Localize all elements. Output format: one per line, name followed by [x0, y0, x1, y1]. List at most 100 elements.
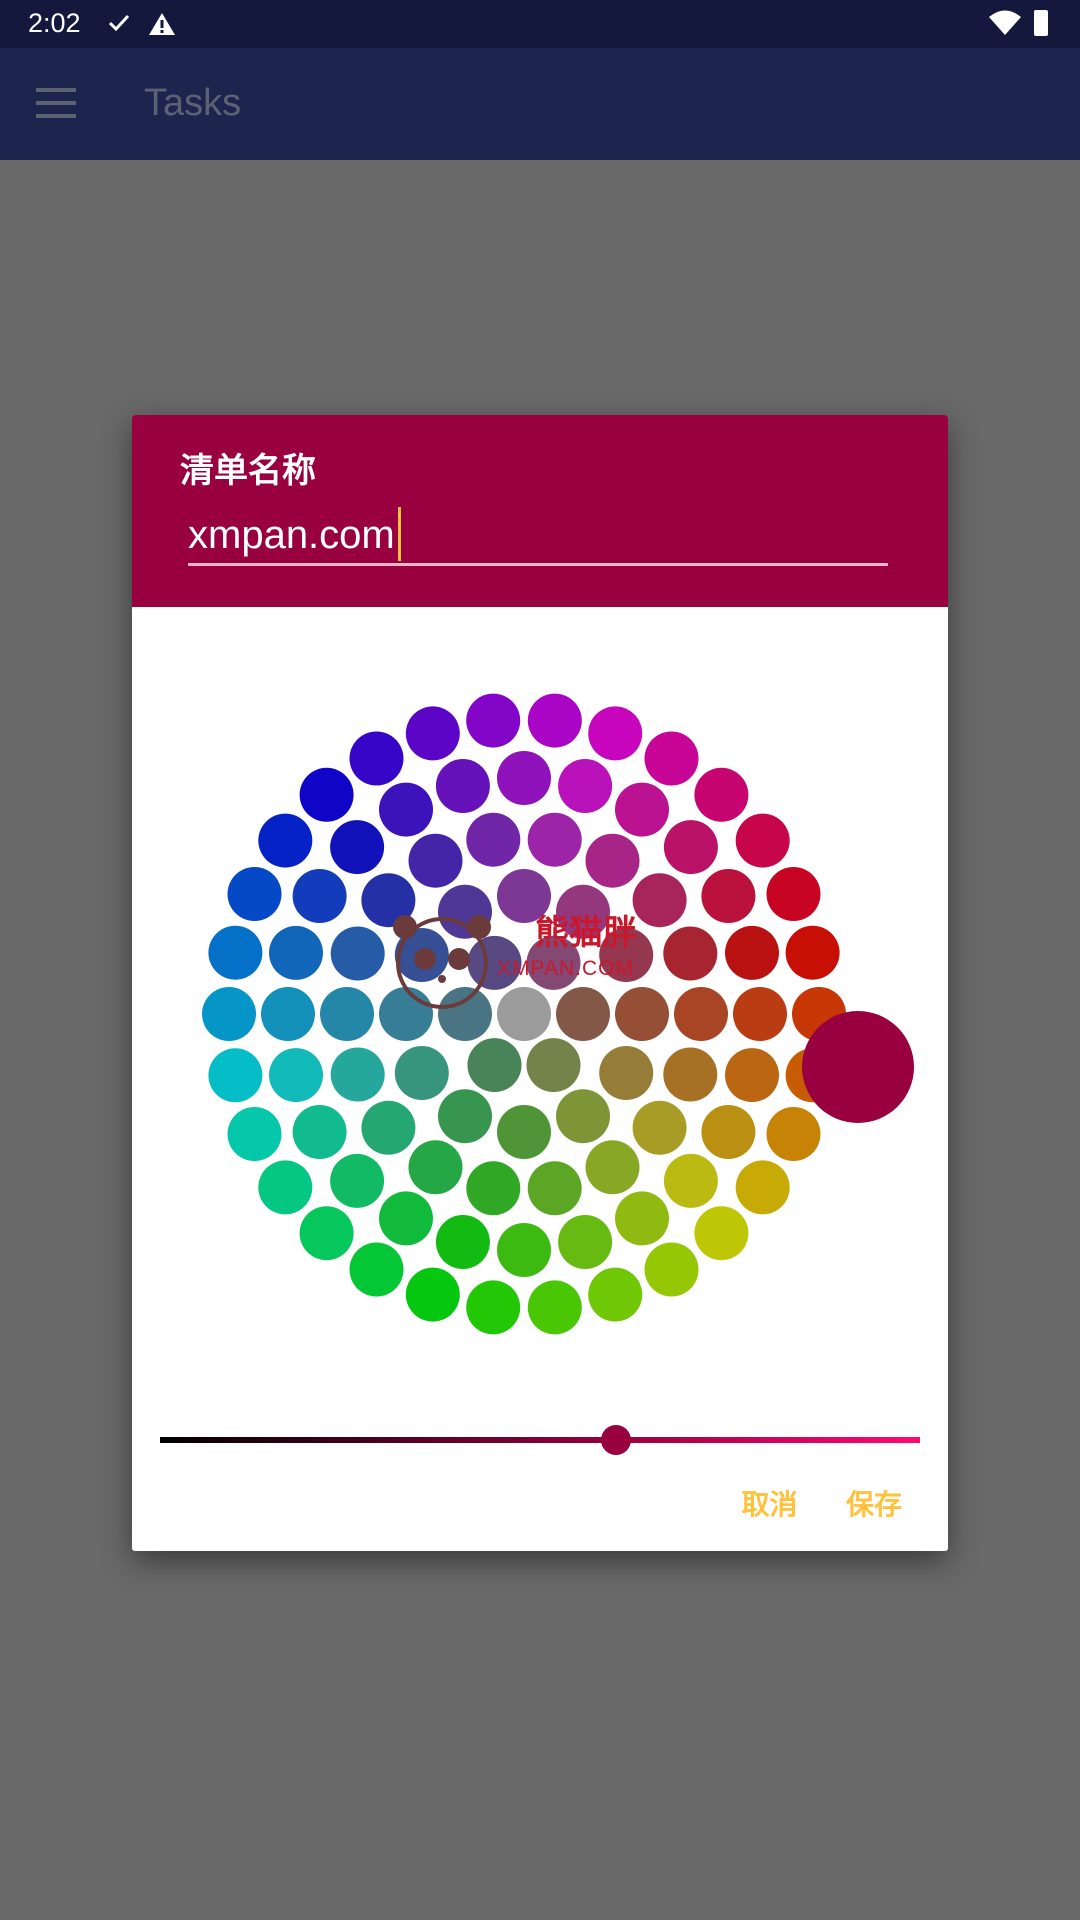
- color-swatch[interactable]: [588, 1267, 643, 1322]
- color-swatch[interactable]: [497, 869, 551, 923]
- color-swatch[interactable]: [292, 1105, 347, 1159]
- color-swatch[interactable]: [725, 925, 779, 980]
- list-name-label: 清单名称: [180, 452, 316, 490]
- color-swatch[interactable]: [674, 987, 728, 1041]
- color-swatch[interactable]: [394, 928, 449, 982]
- color-swatch[interactable]: [526, 935, 581, 990]
- color-swatch[interactable]: [497, 1223, 551, 1277]
- color-swatch[interactable]: [527, 693, 582, 748]
- color-swatch[interactable]: [527, 1161, 582, 1216]
- color-swatch[interactable]: [733, 987, 787, 1041]
- color-swatch[interactable]: [361, 873, 416, 928]
- lightness-slider-track[interactable]: [160, 1437, 920, 1443]
- color-swatch[interactable]: [644, 1242, 699, 1297]
- color-swatch[interactable]: [292, 869, 347, 923]
- color-swatch[interactable]: [330, 820, 385, 875]
- color-wheel[interactable]: [132, 607, 948, 1387]
- color-swatch[interactable]: [694, 767, 749, 822]
- color-swatch[interactable]: [558, 759, 613, 813]
- color-swatch[interactable]: [435, 759, 490, 813]
- battery-icon: [1034, 10, 1048, 36]
- color-swatch[interactable]: [258, 1160, 313, 1215]
- color-swatch[interactable]: [320, 987, 374, 1041]
- color-swatch[interactable]: [330, 1047, 385, 1102]
- cancel-button[interactable]: 取消: [742, 1483, 798, 1523]
- color-swatch[interactable]: [632, 873, 687, 928]
- color-swatch[interactable]: [615, 1191, 669, 1246]
- color-swatch[interactable]: [599, 928, 654, 982]
- color-swatch[interactable]: [208, 1048, 263, 1103]
- color-swatch[interactable]: [585, 833, 640, 888]
- color-swatch[interactable]: [467, 1038, 522, 1093]
- color-swatch[interactable]: [361, 1100, 416, 1155]
- color-swatch[interactable]: [408, 833, 463, 888]
- color-swatch[interactable]: [299, 767, 354, 822]
- color-swatch[interactable]: [466, 693, 521, 748]
- selected-color-swatch[interactable]: [802, 1011, 914, 1123]
- color-swatch[interactable]: [701, 869, 756, 923]
- color-swatch[interactable]: [467, 935, 522, 990]
- dialog-actions: 取消 保存: [698, 1483, 902, 1523]
- color-swatch[interactable]: [258, 813, 313, 868]
- color-swatch[interactable]: [330, 926, 385, 981]
- color-swatch[interactable]: [694, 1206, 749, 1261]
- color-swatch[interactable]: [663, 926, 718, 981]
- color-swatch[interactable]: [588, 706, 643, 761]
- color-swatch[interactable]: [766, 867, 821, 921]
- color-swatch[interactable]: [558, 1215, 613, 1269]
- color-swatch[interactable]: [556, 987, 610, 1041]
- color-swatch[interactable]: [269, 925, 323, 980]
- color-swatch[interactable]: [208, 925, 263, 980]
- color-swatch[interactable]: [663, 1047, 718, 1102]
- color-swatch[interactable]: [527, 1280, 582, 1335]
- color-swatch[interactable]: [735, 1160, 790, 1215]
- color-swatch[interactable]: [615, 782, 669, 837]
- color-swatch[interactable]: [766, 1107, 821, 1161]
- color-swatch[interactable]: [701, 1105, 756, 1159]
- color-swatch[interactable]: [269, 1048, 323, 1103]
- color-swatch[interactable]: [725, 1048, 779, 1103]
- color-swatch[interactable]: [394, 1046, 449, 1100]
- color-swatch[interactable]: [785, 925, 840, 980]
- color-swatch[interactable]: [615, 987, 669, 1041]
- color-swatch[interactable]: [556, 884, 610, 939]
- color-swatch[interactable]: [497, 1105, 551, 1159]
- color-swatch[interactable]: [527, 812, 582, 867]
- color-swatch[interactable]: [466, 1161, 521, 1216]
- color-swatch[interactable]: [438, 1089, 492, 1144]
- color-swatch[interactable]: [466, 1280, 521, 1335]
- color-swatch[interactable]: [379, 1191, 433, 1246]
- color-swatch[interactable]: [379, 782, 433, 837]
- color-swatch[interactable]: [349, 731, 404, 786]
- color-swatch[interactable]: [405, 706, 460, 761]
- color-swatch[interactable]: [663, 820, 718, 875]
- color-swatch[interactable]: [644, 731, 699, 786]
- color-swatch[interactable]: [405, 1267, 460, 1322]
- color-swatch[interactable]: [526, 1038, 581, 1093]
- save-button[interactable]: 保存: [846, 1483, 902, 1523]
- color-swatch[interactable]: [663, 1153, 718, 1208]
- color-swatch[interactable]: [227, 867, 282, 921]
- color-swatch[interactable]: [438, 884, 492, 939]
- color-swatch[interactable]: [435, 1215, 490, 1269]
- color-swatch[interactable]: [438, 987, 492, 1041]
- color-swatch[interactable]: [497, 987, 551, 1041]
- color-swatch[interactable]: [227, 1107, 282, 1161]
- color-swatch[interactable]: [466, 812, 521, 867]
- color-swatch[interactable]: [585, 1140, 640, 1195]
- color-swatch[interactable]: [556, 1089, 610, 1144]
- color-swatch[interactable]: [408, 1140, 463, 1195]
- color-swatch[interactable]: [497, 751, 551, 805]
- menu-icon[interactable]: [36, 88, 76, 118]
- list-name-input[interactable]: [188, 507, 888, 566]
- color-swatch[interactable]: [349, 1242, 404, 1297]
- color-swatch[interactable]: [632, 1100, 687, 1155]
- color-swatch[interactable]: [599, 1046, 654, 1100]
- color-swatch[interactable]: [299, 1206, 354, 1261]
- lightness-slider-thumb[interactable]: [601, 1425, 631, 1455]
- color-swatch[interactable]: [202, 987, 256, 1041]
- color-swatch[interactable]: [379, 987, 433, 1041]
- color-swatch[interactable]: [261, 987, 315, 1041]
- color-swatch[interactable]: [735, 813, 790, 868]
- color-swatch[interactable]: [330, 1153, 385, 1208]
